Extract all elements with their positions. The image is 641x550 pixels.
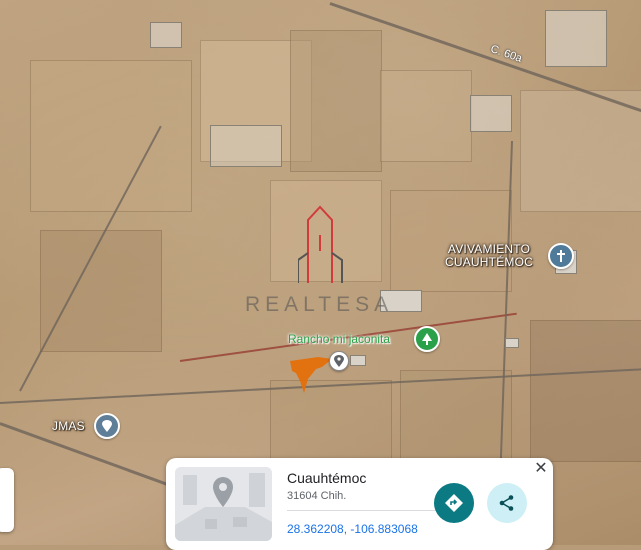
- field-parcel: [30, 60, 192, 212]
- place-label-rancho[interactable]: Rancho mi jaconita: [288, 333, 390, 346]
- tree-icon[interactable]: [414, 326, 440, 352]
- pin-icon[interactable]: [94, 413, 120, 439]
- field-parcel: [390, 190, 512, 292]
- directions-button[interactable]: [434, 483, 474, 523]
- building: [210, 125, 282, 167]
- building: [505, 338, 519, 348]
- directions-icon: [445, 494, 463, 512]
- street-view-thumbnail[interactable]: [175, 467, 272, 541]
- field-parcel: [380, 70, 472, 162]
- field-parcel: [520, 90, 641, 212]
- field-parcel: [400, 370, 512, 462]
- church-icon[interactable]: [548, 243, 574, 269]
- place-subtitle: 31604 Chih.: [287, 490, 347, 502]
- share-button[interactable]: [487, 483, 527, 523]
- location-pin-icon[interactable]: [329, 351, 349, 371]
- side-panel-handle[interactable]: [0, 468, 14, 532]
- building: [470, 95, 512, 132]
- watermark-text: REALTESA: [245, 293, 394, 316]
- field-parcel: [530, 320, 641, 462]
- place-label-avivamiento[interactable]: AVIVAMIENTO CUAUHTÉMOC: [445, 243, 533, 269]
- share-icon: [499, 495, 514, 511]
- building: [350, 355, 366, 366]
- place-label-jmas[interactable]: JMAS: [52, 420, 85, 433]
- divider: [287, 510, 435, 511]
- place-title: Cuauhtémoc: [287, 470, 367, 486]
- close-icon[interactable]: ✕: [533, 461, 549, 477]
- field-parcel: [290, 30, 382, 172]
- field-parcel: [40, 230, 162, 352]
- watermark-logo-icon: [298, 205, 343, 283]
- coordinates-text[interactable]: 28.362208, -106.883068: [287, 522, 418, 536]
- building: [150, 22, 182, 48]
- place-name: AVIVAMIENTO CUAUHTÉMOC: [445, 242, 533, 269]
- building: [545, 10, 607, 67]
- place-info-card: Cuauhtémoc 31604 Chih. 28.362208, -106.8…: [166, 458, 553, 550]
